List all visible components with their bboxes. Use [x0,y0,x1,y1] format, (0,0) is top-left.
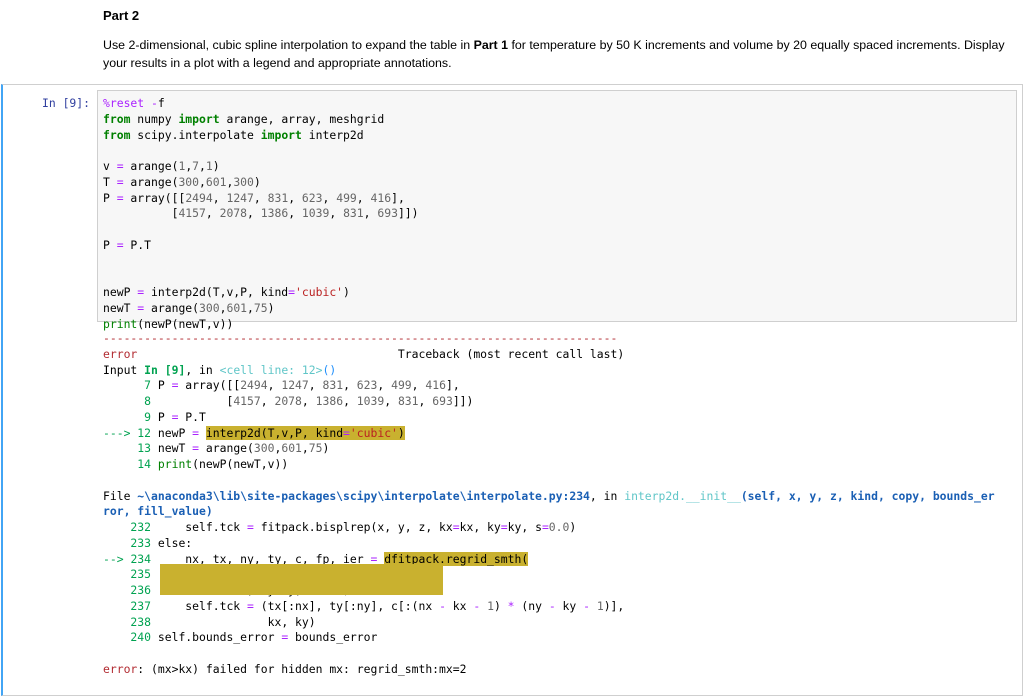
traceback-code-line: 232 self.tck = fitpack.bisplrep(x, y, z,… [103,520,577,534]
code-line[interactable]: newT = arange(300,601,75) [103,301,419,317]
code-line[interactable]: print(newP(newT,v)) [103,317,419,333]
traceback-code-line: 240 self.bounds_error = bounds_error [103,630,378,645]
traceback-divider: ----------------------------------------… [103,331,618,345]
code-line[interactable]: P = P.T [103,238,419,254]
traceback-code-line: ---> 12 newP = interp2d(T,v,P, kind='cub… [103,425,405,440]
instructions-text: Use 2-dimensional, cubic spline interpol… [103,38,1005,70]
traceback-code-line: 9 P = P.T [103,409,206,424]
traceback-file-line-cont: ror, fill_value) [103,504,213,519]
traceback-code-line: 233 else: [103,535,193,550]
error-message: error: (mx>kx) failed for hidden mx: reg… [103,661,467,676]
part-ref: Part 1 [473,38,509,52]
code-line[interactable]: newP = interp2d(T,v,P, kind='cubic') [103,285,419,301]
input-prompt: In [9]: [42,96,91,110]
code-line[interactable] [103,222,419,238]
code-line[interactable]: from scipy.interpolate import interp2d [103,128,419,144]
code-line[interactable] [103,254,419,270]
section-heading: Part 2 [103,8,140,23]
code-line[interactable]: [4157, 2078, 1386, 1039, 831, 693]]) [103,206,419,222]
traceback-code-line: 7 P = array([[2494, 1247, 831, 623, 499,… [103,378,460,393]
traceback-input-line: Input In [9], in <cell line: 12>() [103,362,337,377]
traceback-file-line: File ~\anaconda3\lib\site-packages\scipy… [103,488,995,503]
code-line[interactable] [103,269,419,285]
traceback-header: error Traceback (most recent call last) [103,346,625,361]
code-line[interactable]: v = arange(1,7,1) [103,159,419,175]
traceback-code-line: 8 [4157, 2078, 1386, 1039, 831, 693]]) [103,394,474,408]
traceback-code-line: 238 kx, ky) [103,614,316,629]
highlight-block [160,564,443,595]
traceback-output: ----------------------------------------… [103,331,995,678]
traceback-code-line: 14 print(newP(newT,v)) [103,457,289,471]
code-line[interactable]: T = arange(300,601,300) [103,175,419,191]
code-line[interactable]: P = array([[2494, 1247, 831, 623, 499, 4… [103,191,419,207]
traceback-code-line: 13 newT = arange(300,601,75) [103,441,330,456]
code-line[interactable] [103,143,419,159]
code-line[interactable]: from numpy import arange, array, meshgri… [103,112,419,128]
traceback-code-line: 237 self.tck = (tx[:nx], ty[:ny], c[:(nx… [103,598,625,613]
code-line[interactable]: %reset -f [103,96,419,112]
code-input[interactable]: %reset -f from numpy import arange, array… [103,96,419,332]
